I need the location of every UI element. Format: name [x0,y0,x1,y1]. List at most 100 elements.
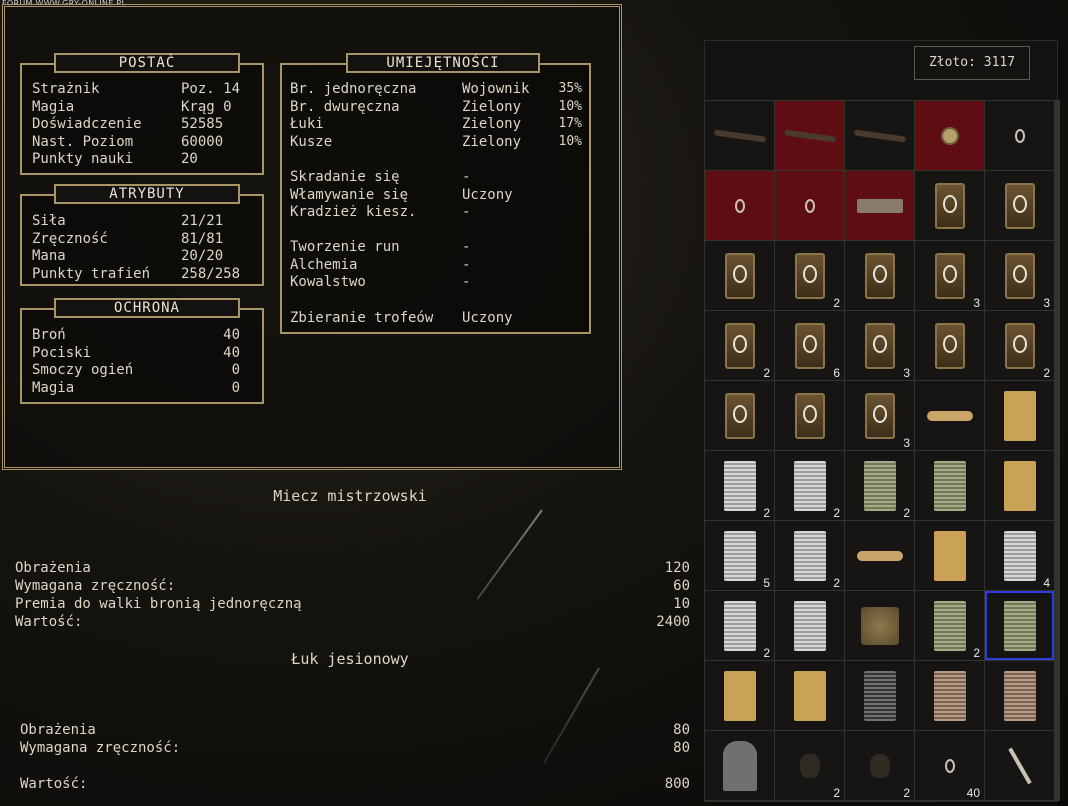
inventory-slot[interactable] [775,661,844,730]
inventory-slot[interactable] [705,101,774,170]
inventory-slot[interactable]: 2 [705,451,774,520]
inventory-grid: 2 3 3 2 6 3 2 3 2 2 2 5 2 4 2 2 2 2 40 [704,100,1060,801]
inventory-slot[interactable] [845,241,914,310]
inventory-slot[interactable] [845,171,914,240]
atrybuty-value: 258/258 [181,265,241,282]
skill-value: - [462,256,471,273]
inventory-slot[interactable] [705,171,774,240]
item-quantity: 2 [903,786,910,800]
ring-icon [1014,128,1025,143]
inventory-slot[interactable] [845,661,914,730]
skill-label: Alchemia [290,256,358,273]
inventory-slot[interactable] [915,101,984,170]
item-quantity: 2 [973,646,980,660]
inventory-slot[interactable] [705,381,774,450]
scroll-grey-icon [723,600,756,651]
inventory-slot[interactable] [915,311,984,380]
item-quantity: 3 [973,296,980,310]
inventory-slot[interactable]: 2 [775,451,844,520]
inventory-slot[interactable] [845,521,914,590]
postac-value: 20 [181,151,198,168]
skill-percent: 10% [558,98,582,114]
inventory-slot[interactable]: 6 [775,311,844,380]
inventory-slot[interactable] [985,381,1054,450]
inventory-slot[interactable] [985,661,1054,730]
inventory-slot[interactable]: 3 [845,381,914,450]
inventory-slot[interactable] [915,451,984,520]
inventory-slot[interactable] [915,521,984,590]
scroll-grey-icon [793,600,826,651]
item-quantity: 40 [966,786,980,800]
skill-rank: Zielony [462,98,522,115]
inventory-slot[interactable] [845,101,914,170]
item-title: Miecz mistrzowski [273,487,427,505]
inventory-slot[interactable]: 2 [915,591,984,660]
inventory-slot[interactable] [915,171,984,240]
inventory-slot[interactable] [985,591,1054,660]
rune-icon [1004,182,1035,229]
inventory-slot[interactable] [985,451,1054,520]
skill-label: Łuki [290,116,324,133]
item-stat-label: Wymagana zręczność: [20,740,181,756]
inventory-slot[interactable]: 3 [985,241,1054,310]
scroll-grey-icon [723,460,756,511]
inventory-slot[interactable] [775,101,844,170]
postac-label: Magia [32,98,75,115]
item-quantity: 2 [833,296,840,310]
inventory-slot[interactable] [775,381,844,450]
rune-icon [724,392,755,439]
postac-value: 60000 [181,133,224,150]
stone-tablet-icon [722,740,757,791]
scroll-green-icon [933,460,966,511]
skill-label: Br. jednoręczna [290,81,417,97]
inventory-slot[interactable] [705,241,774,310]
inventory-slot[interactable]: 40 [915,731,984,800]
item-stat-value: 800 [664,776,690,792]
inventory-slot[interactable]: 2 [845,451,914,520]
inventory-slot[interactable]: 2 [845,731,914,800]
inventory-slot[interactable] [915,661,984,730]
skill-label: Zbieranie trofeów [290,310,434,326]
gold-counter: Złoto: 3117 [914,46,1030,80]
inventory-slot[interactable] [705,731,774,800]
item-quantity: 2 [833,786,840,800]
inventory-slot[interactable] [845,591,914,660]
ochrona-value: 40 [223,344,240,361]
postac-value: Krąg 0 [181,98,232,115]
inventory-slot[interactable] [985,731,1054,800]
item-stat-label: Obrażenia [20,722,96,738]
inventory-slot[interactable] [705,661,774,730]
ochrona-value: 0 [231,379,240,396]
item-quantity: 3 [903,436,910,450]
paper-icon [1003,390,1036,441]
inventory-slot[interactable]: 2 [705,591,774,660]
rune-icon [864,392,895,439]
inventory-slot[interactable]: 4 [985,521,1054,590]
skill-percent: 10% [558,133,582,149]
key-icon [1007,747,1032,784]
inventory-slot[interactable] [915,381,984,450]
item-quantity: 2 [763,646,770,660]
inventory-slot[interactable] [775,591,844,660]
inventory-slot[interactable]: 5 [705,521,774,590]
skill-label: Skradanie się [290,169,400,185]
scroll-brown-icon [1003,670,1036,721]
postac-label: Punkty nauki [32,151,134,168]
rolled-scroll-icon [856,550,903,561]
atrybuty-value: 20/20 [181,248,224,265]
skill-label: Kusze [290,133,333,150]
inventory-slot[interactable] [775,171,844,240]
inventory-slot[interactable]: 2 [775,731,844,800]
inventory-slot[interactable]: 2 [775,241,844,310]
inventory-slot[interactable]: 3 [915,241,984,310]
inventory-slot[interactable]: 2 [705,311,774,380]
inventory-slot[interactable]: 2 [985,311,1054,380]
rune-icon [1004,252,1035,299]
skill-value: - [462,274,471,291]
inventory-slot[interactable] [985,101,1054,170]
atrybuty-title: ATRYBUTY [54,184,240,204]
item-stat-value: 60 [673,578,690,594]
inventory-slot[interactable]: 3 [845,311,914,380]
inventory-slot[interactable] [985,171,1054,240]
inventory-slot[interactable]: 2 [775,521,844,590]
